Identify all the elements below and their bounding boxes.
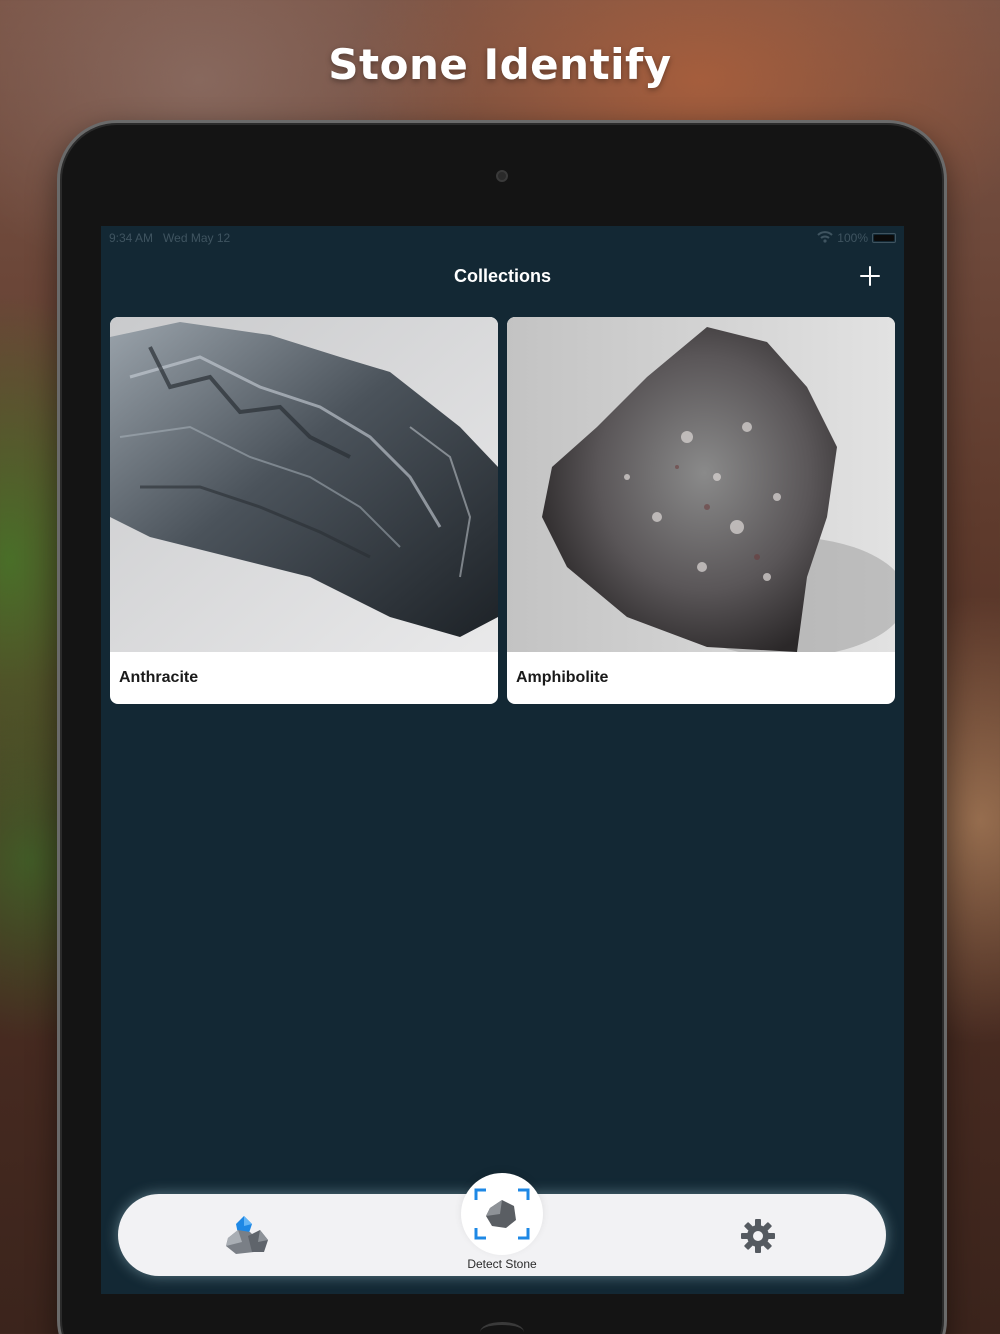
add-collection-button[interactable] bbox=[856, 262, 884, 290]
stones-icon bbox=[226, 1216, 268, 1254]
tab-settings[interactable] bbox=[740, 1218, 776, 1254]
anthracite-photo bbox=[110, 317, 498, 652]
collection-card-amphibolite[interactable]: Amphibolite bbox=[507, 317, 895, 704]
tab-collections[interactable] bbox=[224, 1214, 270, 1256]
plus-icon bbox=[860, 266, 880, 286]
front-camera bbox=[496, 170, 508, 182]
battery-percent: 100% bbox=[837, 231, 868, 245]
collection-name: Amphibolite bbox=[516, 669, 609, 686]
status-bar: 9:34 AM Wed May 12 100% bbox=[101, 226, 904, 250]
scan-stone-icon bbox=[474, 1188, 530, 1240]
marketing-headline: Stone Identify bbox=[328, 40, 672, 89]
gear-icon bbox=[741, 1219, 775, 1253]
amphibolite-photo bbox=[507, 317, 895, 652]
app-screen: 9:34 AM Wed May 12 100% Collections Anth… bbox=[101, 226, 904, 1294]
detect-stone-button[interactable] bbox=[461, 1173, 543, 1255]
collection-grid: Anthracite Amphibolite bbox=[110, 317, 895, 704]
page-title: Collections bbox=[453, 265, 551, 286]
detect-stone-label: Detect Stone bbox=[467, 1257, 537, 1271]
navigation-bar: Collections bbox=[101, 256, 904, 296]
status-time: 9:34 AM bbox=[109, 231, 154, 245]
wifi-icon bbox=[817, 230, 833, 246]
status-date: Wed May 12 bbox=[163, 231, 231, 245]
battery-icon bbox=[872, 233, 896, 243]
collection-card-anthracite[interactable]: Anthracite bbox=[110, 317, 498, 704]
collection-name: Anthracite bbox=[119, 669, 199, 686]
